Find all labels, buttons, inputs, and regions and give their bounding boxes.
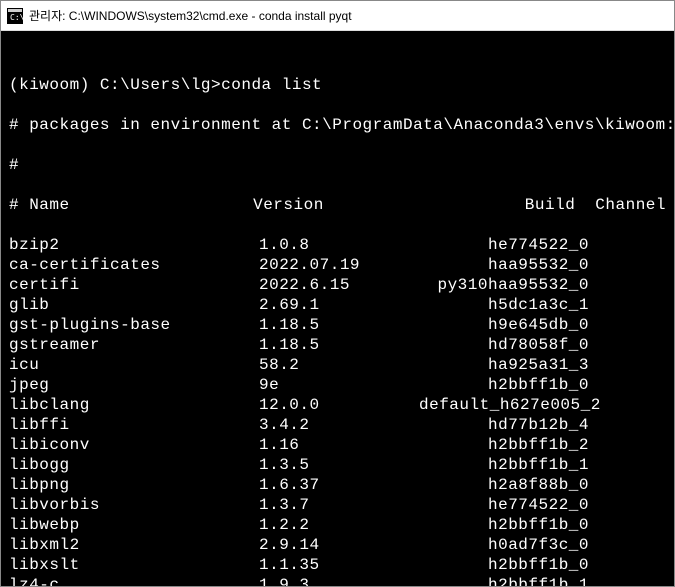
pkg-build: h2a8f88b_0 <box>419 475 599 495</box>
pkg-version: 1.6.37 <box>259 475 419 495</box>
package-row: gst-plugins-base1.18.5h9e645db_0 <box>9 315 666 335</box>
package-row: certifi2022.6.15py310haa95532_0 <box>9 275 666 295</box>
pkg-version: 1.1.35 <box>259 555 419 575</box>
package-row: glib2.69.1h5dc1a3c_1 <box>9 295 666 315</box>
header-name: # Name <box>9 195 253 215</box>
pkg-name: icu <box>9 355 259 375</box>
package-row: jpeg9eh2bbff1b_0 <box>9 375 666 395</box>
header-row: # NameVersionBuildChannel <box>9 195 666 215</box>
pkg-build: hd77b12b_4 <box>419 415 599 435</box>
hash-line: # <box>9 155 666 175</box>
pkg-version: 1.2.2 <box>259 515 419 535</box>
pkg-name: libffi <box>9 415 259 435</box>
pkg-version: 12.0.0 <box>259 395 419 415</box>
pkg-build: h2bbff1b_0 <box>419 515 599 535</box>
pkg-name: libxslt <box>9 555 259 575</box>
package-row: bzip21.0.8he774522_0 <box>9 235 666 255</box>
pkg-version: 1.18.5 <box>259 315 419 335</box>
cmd-window: C:\ 관리자: C:\WINDOWS\system32\cmd.exe - c… <box>0 0 675 587</box>
titlebar-text: 관리자: C:\WINDOWS\system32\cmd.exe - conda… <box>29 7 352 24</box>
package-row: libxslt1.1.35h2bbff1b_0 <box>9 555 666 575</box>
package-row: icu58.2ha925a31_3 <box>9 355 666 375</box>
pkg-name: certifi <box>9 275 259 295</box>
pkg-version: 2.69.1 <box>259 295 419 315</box>
env-line: # packages in environment at C:\ProgramD… <box>9 115 666 135</box>
svg-text:C:\: C:\ <box>10 13 23 22</box>
package-row: libffi3.4.2hd77b12b_4 <box>9 415 666 435</box>
pkg-version: 3.4.2 <box>259 415 419 435</box>
pkg-name: ca-certificates <box>9 255 259 275</box>
pkg-build: h5dc1a3c_1 <box>419 295 599 315</box>
pkg-version: 2.9.14 <box>259 535 419 555</box>
titlebar[interactable]: C:\ 관리자: C:\WINDOWS\system32\cmd.exe - c… <box>1 1 674 31</box>
pkg-name: libiconv <box>9 435 259 455</box>
pkg-build: he774522_0 <box>419 495 599 515</box>
package-row: libogg1.3.5h2bbff1b_1 <box>9 455 666 475</box>
header-version: Version <box>253 195 409 215</box>
pkg-build: hd78058f_0 <box>419 335 599 355</box>
pkg-name: libwebp <box>9 515 259 535</box>
package-row: libiconv1.16h2bbff1b_2 <box>9 435 666 455</box>
pkg-name: lz4-c <box>9 575 259 586</box>
pkg-version: 1.16 <box>259 435 419 455</box>
pkg-build: h2bbff1b_0 <box>419 375 599 395</box>
package-row: ca-certificates2022.07.19haa95532_0 <box>9 255 666 275</box>
prompt-line: (kiwoom) C:\Users\lg>conda list <box>9 75 666 95</box>
pkg-build: h0ad7f3c_0 <box>419 535 599 555</box>
pkg-version: 1.3.5 <box>259 455 419 475</box>
pkg-version: 1.3.7 <box>259 495 419 515</box>
package-list: bzip21.0.8he774522_0ca-certificates2022.… <box>9 235 666 586</box>
pkg-name: libclang <box>9 395 259 415</box>
header-build: Build <box>409 195 575 215</box>
pkg-build: ha925a31_3 <box>419 355 599 375</box>
pkg-name: glib <box>9 295 259 315</box>
package-row: libpng1.6.37h2a8f88b_0 <box>9 475 666 495</box>
pkg-name: libxml2 <box>9 535 259 555</box>
prompt: (kiwoom) C:\Users\lg> <box>9 75 221 95</box>
package-row: libclang12.0.0default_h627e005_2 <box>9 395 666 415</box>
package-row: libxml22.9.14h0ad7f3c_0 <box>9 535 666 555</box>
pkg-build: he774522_0 <box>419 235 599 255</box>
cmd-icon: C:\ <box>7 8 23 24</box>
pkg-name: libpng <box>9 475 259 495</box>
pkg-build: h2bbff1b_1 <box>419 455 599 475</box>
pkg-version: 58.2 <box>259 355 419 375</box>
pkg-version: 1.18.5 <box>259 335 419 355</box>
pkg-version: 2022.6.15 <box>259 275 419 295</box>
pkg-name: gstreamer <box>9 335 259 355</box>
pkg-build: default_h627e005_2 <box>419 395 599 415</box>
command: conda list <box>221 75 322 95</box>
pkg-version: 2022.07.19 <box>259 255 419 275</box>
terminal-output[interactable]: (kiwoom) C:\Users\lg>conda list # packag… <box>1 31 674 586</box>
package-row: libvorbis1.3.7he774522_0 <box>9 495 666 515</box>
pkg-build: h2bbff1b_1 <box>419 575 599 586</box>
pkg-build: haa95532_0 <box>419 255 599 275</box>
pkg-version: 1.0.8 <box>259 235 419 255</box>
package-row: lz4-c1.9.3h2bbff1b_1 <box>9 575 666 586</box>
pkg-build: h9e645db_0 <box>419 315 599 335</box>
package-row: libwebp1.2.2h2bbff1b_0 <box>9 515 666 535</box>
header-channel: Channel <box>575 195 666 215</box>
pkg-version: 9e <box>259 375 419 395</box>
pkg-name: libogg <box>9 455 259 475</box>
pkg-name: gst-plugins-base <box>9 315 259 335</box>
pkg-name: bzip2 <box>9 235 259 255</box>
pkg-build: h2bbff1b_0 <box>419 555 599 575</box>
pkg-build: h2bbff1b_2 <box>419 435 599 455</box>
pkg-name: jpeg <box>9 375 259 395</box>
pkg-build: py310haa95532_0 <box>419 275 599 295</box>
pkg-version: 1.9.3 <box>259 575 419 586</box>
package-row: gstreamer1.18.5hd78058f_0 <box>9 335 666 355</box>
pkg-name: libvorbis <box>9 495 259 515</box>
